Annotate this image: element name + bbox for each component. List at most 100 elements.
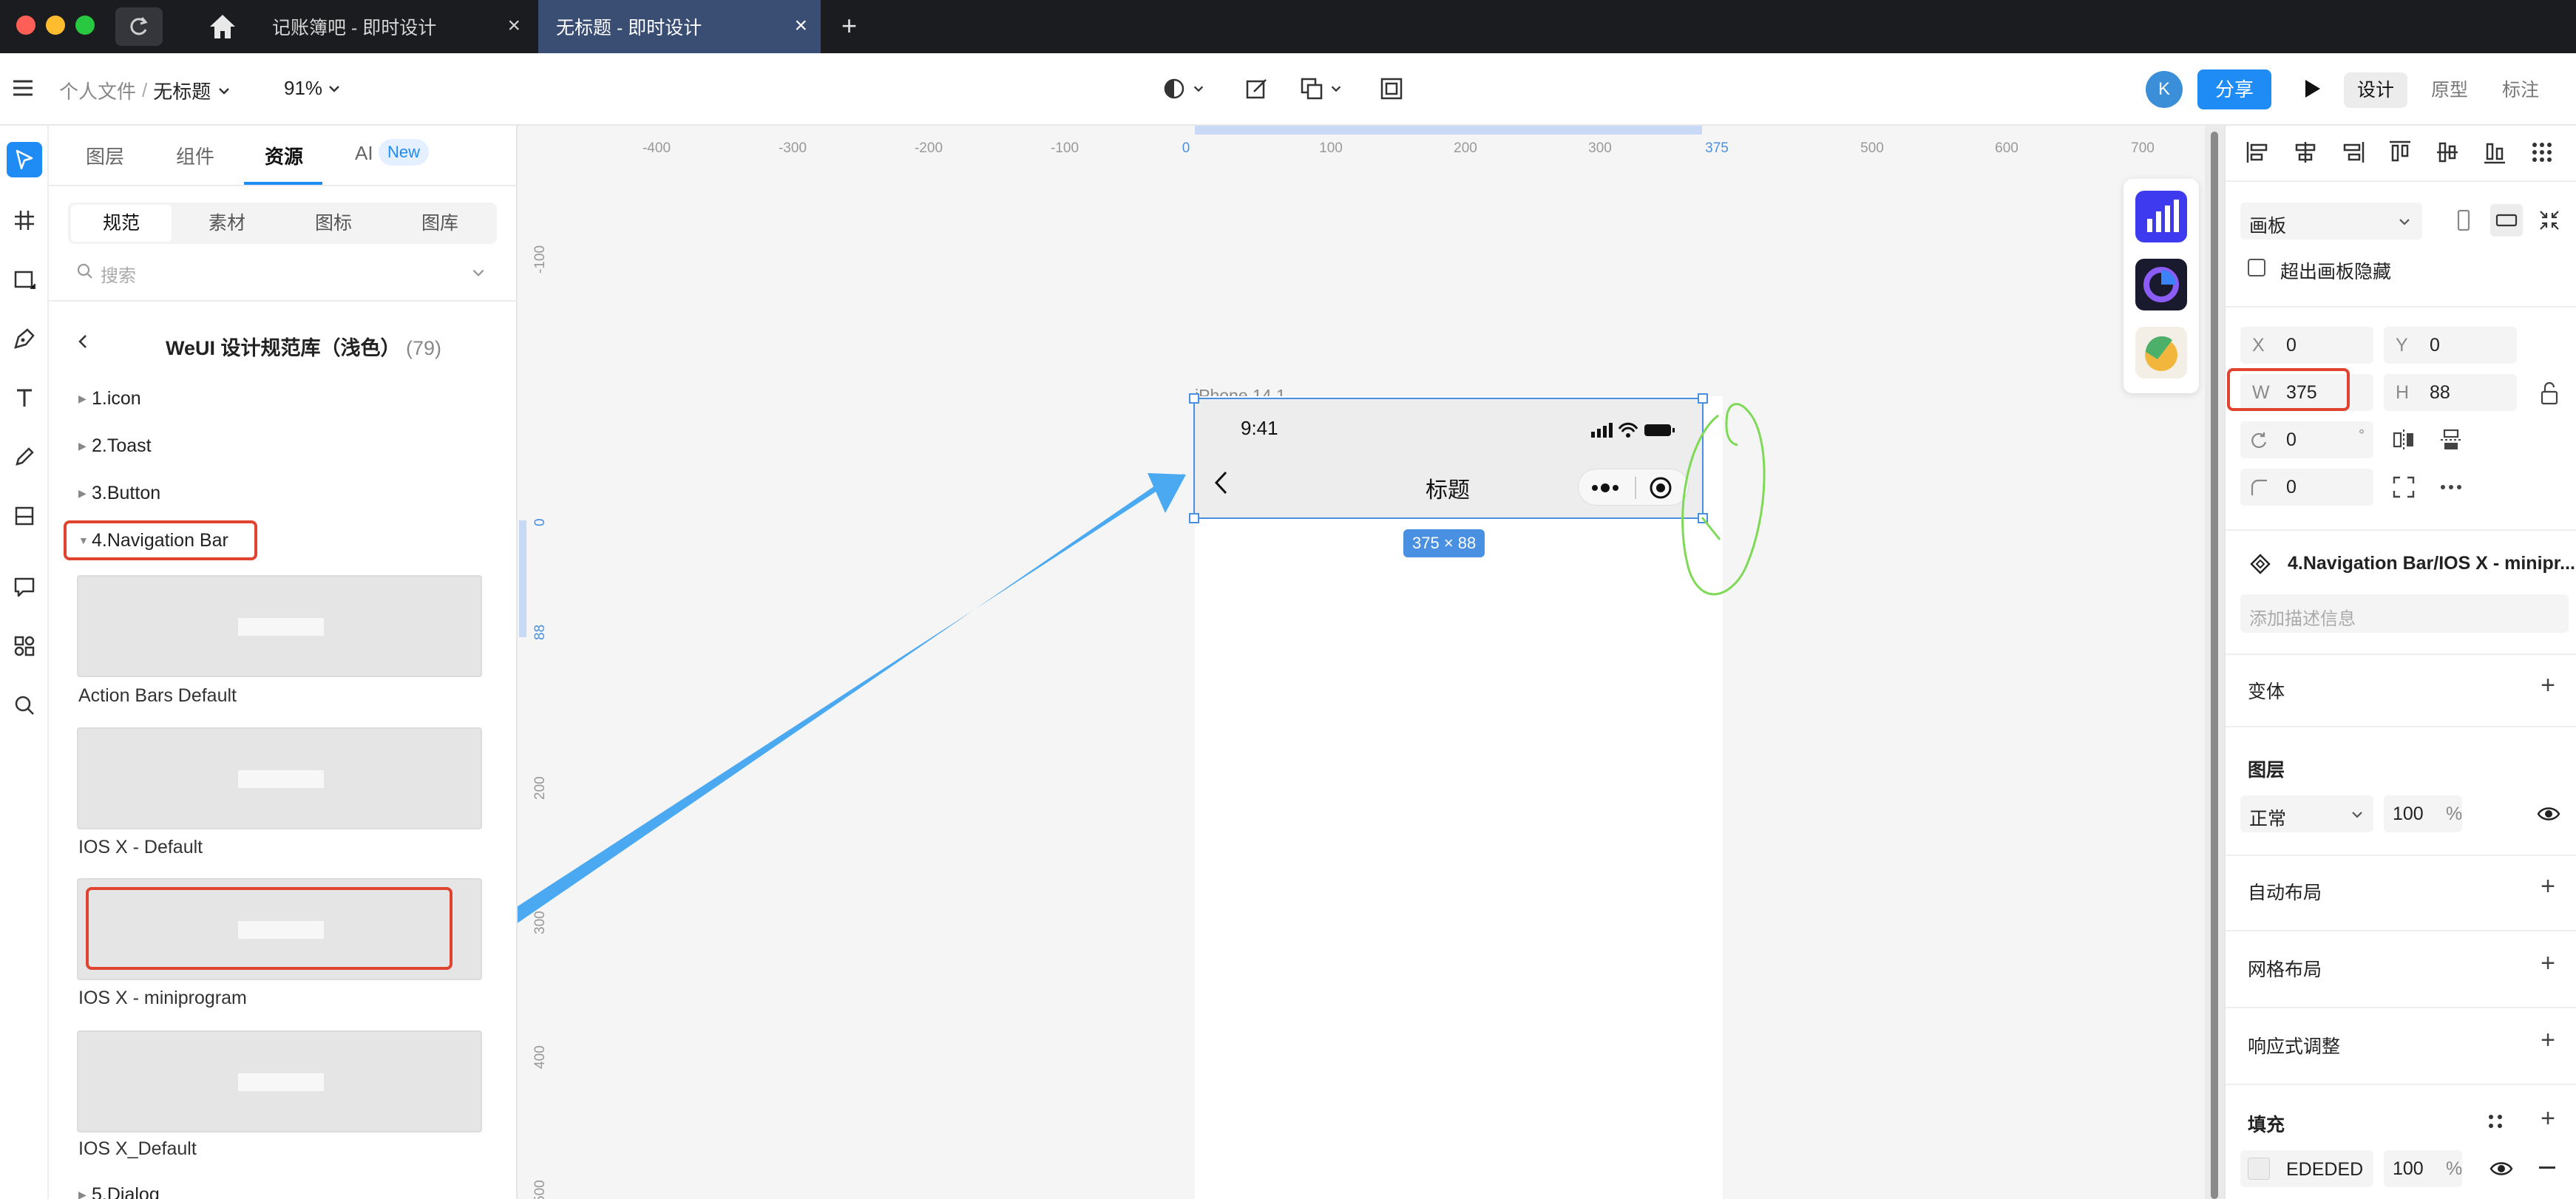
- clip-checkbox[interactable]: [2248, 259, 2265, 276]
- design-canvas[interactable]: -400 -300 -200 -100 0 100 200 300 375 50…: [518, 126, 2205, 1199]
- lock-icon[interactable]: [2538, 380, 2561, 407]
- close-window-button[interactable]: [16, 16, 35, 35]
- plugins-tool[interactable]: [7, 628, 42, 664]
- tree-item[interactable]: ▶ 2.Toast: [78, 435, 152, 457]
- align-bottom-icon[interactable]: [2481, 139, 2508, 166]
- subtab-material[interactable]: 素材: [179, 205, 275, 242]
- home-button[interactable]: [204, 10, 241, 43]
- fill-color-field[interactable]: EDEDED: [2240, 1150, 2373, 1187]
- flip-horizontal-icon[interactable]: [2391, 427, 2416, 452]
- portrait-icon[interactable]: [2450, 207, 2477, 234]
- share-button[interactable]: 分享: [2197, 69, 2271, 109]
- add-fill-button[interactable]: +: [2541, 1104, 2555, 1133]
- layer-opacity-field[interactable]: 100 %: [2384, 795, 2462, 832]
- zoom-dropdown[interactable]: 91%: [284, 77, 342, 100]
- play-button[interactable]: [2298, 75, 2325, 102]
- contrast-icon: [1164, 78, 1184, 99]
- landscape-button[interactable]: [2490, 204, 2523, 237]
- plugin-gradient[interactable]: [2135, 259, 2187, 310]
- search-tool[interactable]: [7, 687, 42, 723]
- vertical-scrollbar[interactable]: [2205, 126, 2224, 1199]
- close-tab-icon[interactable]: ×: [507, 15, 521, 37]
- independent-corners-icon[interactable]: [2391, 475, 2416, 500]
- tab-layers[interactable]: 图层: [86, 142, 124, 169]
- y-field[interactable]: Y0: [2384, 327, 2517, 364]
- close-tab-icon[interactable]: ×: [794, 15, 807, 37]
- align-center-h-icon[interactable]: [2292, 139, 2319, 166]
- plugin-chart[interactable]: [2135, 191, 2187, 242]
- align-top-icon[interactable]: [2387, 139, 2413, 166]
- plugin-avatar[interactable]: [2135, 327, 2187, 378]
- component-thumbnail[interactable]: [77, 575, 482, 677]
- h-field[interactable]: H 88: [2384, 374, 2517, 411]
- remove-fill-button[interactable]: [2539, 1166, 2555, 1169]
- radius-field[interactable]: 0: [2240, 469, 2373, 506]
- align-right-icon[interactable]: [2339, 139, 2366, 166]
- tree-item[interactable]: ▶ 1.icon: [78, 388, 141, 410]
- align-left-icon[interactable]: [2245, 139, 2271, 166]
- chevron-down-icon[interactable]: [470, 265, 487, 281]
- fill-opacity-field[interactable]: 100 %: [2384, 1150, 2462, 1187]
- flip-vertical-icon[interactable]: [2438, 427, 2464, 452]
- add-variant-button[interactable]: +: [2541, 671, 2555, 700]
- rotation-field[interactable]: 0 °: [2240, 421, 2373, 458]
- component-thumbnail[interactable]: [77, 1030, 482, 1132]
- x-field[interactable]: X0: [2240, 327, 2373, 364]
- description-input[interactable]: 添加描述信息: [2240, 594, 2569, 633]
- tab-design[interactable]: 设计: [2344, 72, 2408, 108]
- component-thumbnail[interactable]: [77, 727, 482, 829]
- back-arrow-icon[interactable]: [74, 333, 92, 350]
- collapse-icon[interactable]: [2536, 207, 2563, 234]
- frame-rail-tool[interactable]: [7, 203, 42, 238]
- tree-item[interactable]: ▶ 3.Button: [78, 483, 160, 504]
- search-field[interactable]: 搜索: [68, 251, 497, 291]
- browser-tab-active[interactable]: 无标题 - 即时设计 ×: [538, 0, 821, 53]
- divider: [2226, 1084, 2576, 1085]
- subtab-icons[interactable]: 图标: [285, 205, 382, 242]
- component-name[interactable]: 4.Navigation Bar/IOS X - minipr...: [2288, 553, 2575, 574]
- blend-mode-dropdown[interactable]: 正常: [2240, 795, 2373, 832]
- tree-item[interactable]: ▶ 5.Dialog: [78, 1184, 160, 1199]
- styles-icon[interactable]: [2484, 1110, 2506, 1132]
- pencil-tool[interactable]: [7, 439, 42, 475]
- reload-button[interactable]: [115, 7, 163, 46]
- boolean-tool[interactable]: [1298, 75, 1343, 102]
- text-tool[interactable]: [7, 380, 42, 415]
- comment-tool[interactable]: [7, 569, 42, 605]
- tab-ai[interactable]: AI: [355, 142, 373, 165]
- contrast-tool[interactable]: [1161, 75, 1205, 102]
- divider: [2226, 1007, 2576, 1008]
- edit-path-tool[interactable]: [1244, 75, 1270, 102]
- subtab-gallery[interactable]: 图库: [392, 205, 488, 242]
- browser-tab[interactable]: 记账簿吧 - 即时设计 ×: [259, 0, 534, 53]
- frame-type-dropdown[interactable]: 画板: [2240, 203, 2422, 240]
- pen-tool[interactable]: [7, 321, 42, 356]
- tab-assets[interactable]: 资源: [265, 142, 303, 169]
- main-menu-button[interactable]: [10, 77, 35, 99]
- maximize-window-button[interactable]: [75, 16, 95, 35]
- grid-dots-icon[interactable]: [2529, 139, 2555, 166]
- chevron-down-icon[interactable]: [217, 84, 231, 98]
- more-options-icon[interactable]: [2438, 475, 2464, 500]
- rectangle-tool[interactable]: [7, 262, 42, 297]
- tab-prototype[interactable]: 原型: [2418, 72, 2481, 108]
- avatar[interactable]: K: [2146, 71, 2183, 108]
- eye-icon[interactable]: [2536, 803, 2561, 825]
- breadcrumb-root[interactable]: 个人文件: [59, 77, 136, 104]
- new-tab-button[interactable]: +: [841, 10, 857, 41]
- slice-tool[interactable]: [7, 498, 42, 534]
- frame-tool[interactable]: [1378, 75, 1405, 102]
- tab-annotate[interactable]: 标注: [2489, 72, 2552, 108]
- add-responsive-button[interactable]: +: [2541, 1026, 2555, 1055]
- minimize-window-button[interactable]: [46, 16, 65, 35]
- align-middle-v-icon[interactable]: [2434, 139, 2461, 166]
- scrollbar-thumb[interactable]: [2211, 132, 2218, 1199]
- tab-components[interactable]: 组件: [176, 142, 214, 169]
- move-tool[interactable]: [7, 142, 42, 177]
- file-name[interactable]: 无标题: [153, 77, 211, 104]
- add-auto-layout-button[interactable]: +: [2541, 872, 2555, 901]
- subtab-spec[interactable]: 规范: [71, 205, 172, 242]
- add-grid-layout-button[interactable]: +: [2541, 949, 2555, 978]
- eye-icon[interactable]: [2489, 1158, 2514, 1180]
- fill-swatch[interactable]: [2248, 1158, 2270, 1180]
